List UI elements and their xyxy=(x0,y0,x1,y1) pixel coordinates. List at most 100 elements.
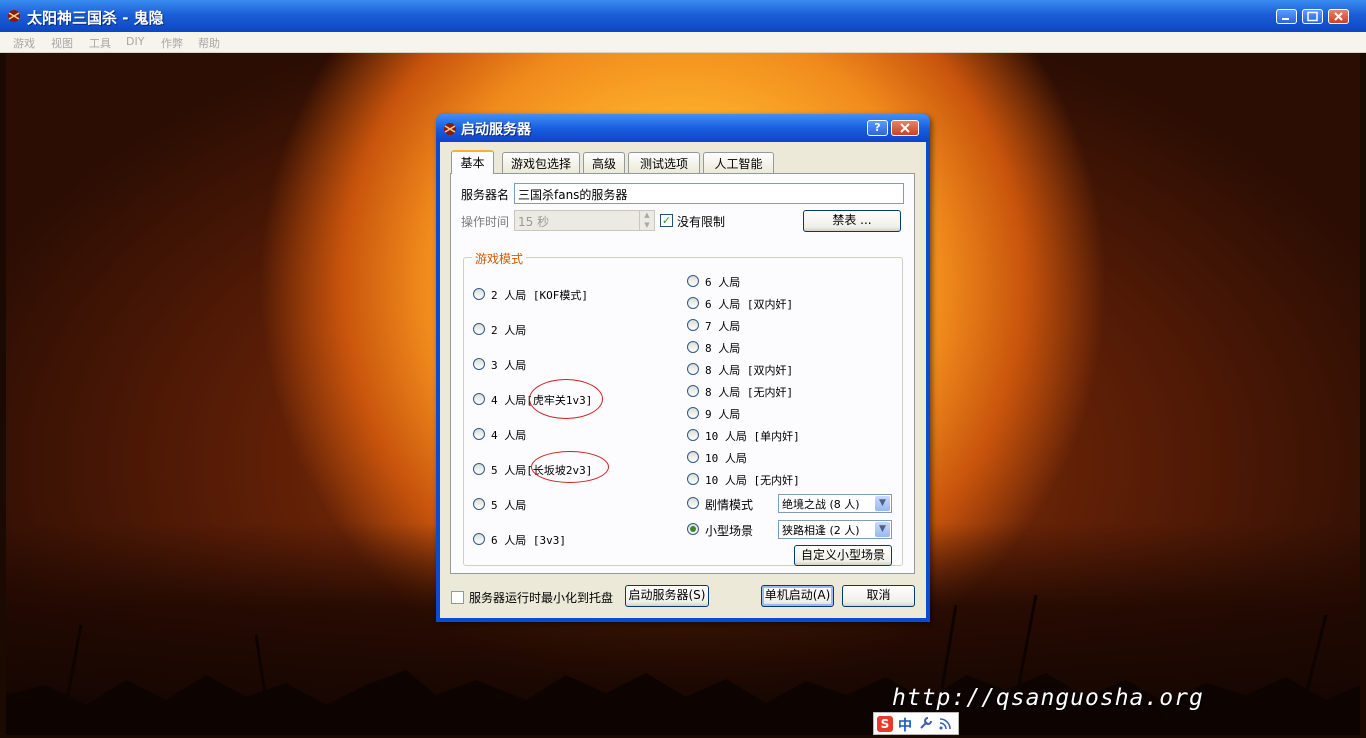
mode-label: 6 人局 [双内奸] xyxy=(705,298,794,311)
menu-bar: 游戏 视图 工具 DIY 作弊 帮助 xyxy=(0,32,1366,53)
radio-indicator xyxy=(687,385,699,397)
menu-game[interactable]: 游戏 xyxy=(13,35,35,51)
tab-basic[interactable]: 基本 xyxy=(451,150,494,174)
scenario-select-value: 绝境之战 (8 人) xyxy=(782,498,860,511)
scenario-select[interactable]: 绝境之战 (8 人) ▼ xyxy=(778,494,892,513)
radio-indicator xyxy=(473,463,485,475)
game-mode-group-title: 游戏模式 xyxy=(472,250,527,267)
ban-list-button[interactable]: 禁表 ... xyxy=(803,210,901,232)
mode-label: 8 人局 xyxy=(705,342,741,355)
tab-test-options[interactable]: 测试选项 xyxy=(628,152,700,173)
mode-label: 10 人局 xyxy=(705,452,747,465)
watermark-url: http://qsanguosha.org xyxy=(892,685,1204,711)
radio-indicator xyxy=(473,498,485,510)
radio-indicator xyxy=(687,473,699,485)
radio-indicator-selected xyxy=(687,523,699,535)
mode-label: 9 人局 xyxy=(705,408,741,421)
mode-label: 7 人局 xyxy=(705,320,741,333)
tab-game-packages[interactable]: 游戏包选择 xyxy=(502,152,580,173)
minimize-to-tray-label: 服务器运行时最小化到托盘 xyxy=(469,591,614,605)
mode-label: 6 人局 xyxy=(491,534,527,547)
dialog-help-button[interactable]: ? xyxy=(867,120,888,136)
ime-language-toggle[interactable]: 中 xyxy=(898,715,912,735)
mode-label: 剧情模式 xyxy=(705,498,754,512)
maximize-icon xyxy=(1307,11,1318,22)
radio-indicator xyxy=(687,363,699,375)
dialog-title-bar[interactable]: 启动服务器 ? xyxy=(436,114,930,142)
checkmark-icon: ✓ xyxy=(661,214,672,227)
radio-indicator xyxy=(687,297,699,309)
start-server-button[interactable]: 启动服务器(S) xyxy=(625,585,709,607)
maximize-button[interactable] xyxy=(1302,9,1323,24)
tab-advanced[interactable]: 高级 xyxy=(583,152,625,173)
operation-time-label: 操作时间 xyxy=(461,215,510,229)
sogou-logo-icon[interactable]: S xyxy=(877,716,893,732)
dialog-title: 启动服务器 xyxy=(461,122,531,138)
red-highlight-ellipse xyxy=(531,451,609,483)
custom-mini-scene-button[interactable]: 自定义小型场景 xyxy=(794,545,892,566)
spin-buttons: ▲ ▼ xyxy=(639,211,654,230)
radio-indicator xyxy=(687,275,699,287)
mode-label: 10 人局 [单内奸] xyxy=(705,430,800,443)
mode-label: 10 人局 [无内奸] xyxy=(705,474,800,487)
radio-indicator xyxy=(687,497,699,509)
game-mode-group: 游戏模式 2 人局 [KOF模式] 2 人局 3 人局 4 人局[虎牢关1v3] xyxy=(463,250,903,566)
no-limit-label: 没有限制 xyxy=(677,215,726,229)
menu-diy[interactable]: DIY xyxy=(126,35,144,48)
mode-label: 5 人局 xyxy=(491,499,527,512)
dialog-body: 基本 游戏包选择 高级 测试选项 人工智能 服务器名 三国杀fans的服务器 操… xyxy=(440,142,926,618)
radio-indicator xyxy=(687,429,699,441)
server-name-input[interactable]: 三国杀fans的服务器 xyxy=(514,183,904,204)
radio-indicator xyxy=(687,451,699,463)
main-title-bar[interactable]: 太阳神三国杀 - 鬼隐 xyxy=(0,0,1366,33)
radio-indicator xyxy=(687,319,699,331)
basic-tab-panel: 服务器名 三国杀fans的服务器 操作时间 15 秒 ▲ ▼ ✓ 没有限制 禁表 … xyxy=(450,173,915,574)
chevron-down-icon[interactable]: ▼ xyxy=(875,496,890,511)
radio-indicator xyxy=(473,358,485,370)
mode-tag: [KOF模式] xyxy=(532,289,588,302)
mini-scene-select[interactable]: 狭路相逢 (2 人) ▼ xyxy=(778,520,892,539)
mode-label: 2 人局 xyxy=(491,289,527,302)
radio-indicator xyxy=(473,323,485,335)
mode-label: 8 人局 [双内奸] xyxy=(705,364,794,377)
standalone-start-button[interactable]: 单机启动(A) xyxy=(761,585,834,607)
close-icon xyxy=(900,123,910,133)
mode-label: 6 人局 xyxy=(705,276,741,289)
operation-time-spinbox: 15 秒 ▲ ▼ xyxy=(514,210,655,231)
window-title: 太阳神三国杀 - 鬼隐 xyxy=(27,9,164,27)
close-icon xyxy=(1334,12,1343,21)
spin-up-icon: ▲ xyxy=(644,211,650,219)
mode-tag: [3v3] xyxy=(532,534,566,547)
dialog-close-button[interactable] xyxy=(891,120,919,136)
minimize-to-tray-checkbox[interactable] xyxy=(451,591,464,604)
cancel-button[interactable]: 取消 xyxy=(842,585,915,607)
minimize-icon xyxy=(1282,18,1289,20)
red-highlight-ellipse xyxy=(529,379,603,419)
mode-label: 8 人局 [无内奸] xyxy=(705,386,794,399)
menu-help[interactable]: 帮助 xyxy=(198,35,220,51)
mini-scene-select-value: 狭路相逢 (2 人) xyxy=(782,524,860,537)
wrench-icon[interactable] xyxy=(919,716,933,730)
radio-indicator xyxy=(473,393,485,405)
mode-label: 3 人局 xyxy=(491,359,527,372)
ime-toolbar[interactable]: S 中 xyxy=(873,712,959,735)
mode-label: 4 人局 xyxy=(491,394,527,407)
menu-view[interactable]: 视图 xyxy=(51,35,73,51)
mode-label: 4 人局 xyxy=(491,429,527,442)
radio-indicator xyxy=(473,428,485,440)
chevron-down-icon[interactable]: ▼ xyxy=(875,522,890,537)
no-limit-checkbox[interactable]: ✓ xyxy=(660,214,673,227)
sanguosha-app-icon xyxy=(444,123,456,135)
menu-tools[interactable]: 工具 xyxy=(89,35,111,51)
mode-label: 5 人局 xyxy=(491,464,527,477)
start-server-dialog: 启动服务器 ? 基本 游戏包选择 高级 测试选项 人工智能 服务器名 三国杀fa… xyxy=(436,114,930,622)
minimize-button[interactable] xyxy=(1276,9,1297,24)
mode-label: 小型场景 xyxy=(705,524,754,538)
close-window-button[interactable] xyxy=(1328,9,1349,24)
sanguosha-app-icon xyxy=(8,10,20,22)
menu-cheat[interactable]: 作弊 xyxy=(161,35,183,51)
rss-icon[interactable] xyxy=(938,717,952,731)
tab-ai[interactable]: 人工智能 xyxy=(703,152,774,173)
radio-indicator xyxy=(473,533,485,545)
mode-label: 2 人局 xyxy=(491,324,527,337)
